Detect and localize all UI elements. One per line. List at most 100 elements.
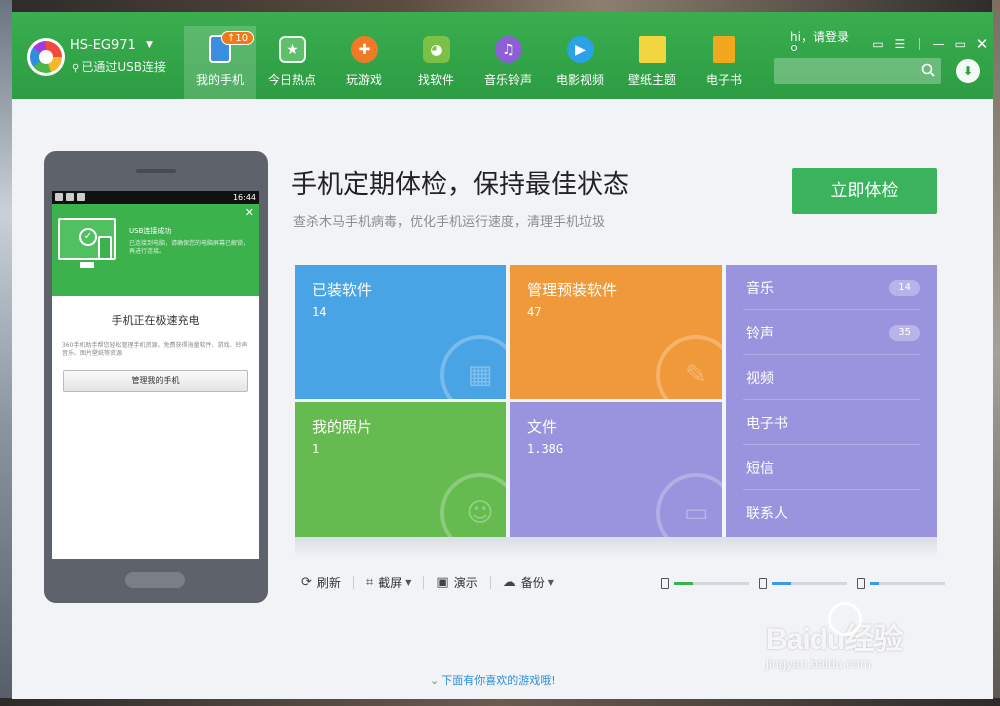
device-dropdown-icon[interactable]: ▼	[146, 40, 153, 50]
search-input[interactable]	[774, 58, 909, 84]
search-box	[774, 58, 941, 84]
page-title: 手机定期体检，保持最佳状态	[291, 170, 630, 200]
charge-title: 手机正在极速充电	[111, 314, 200, 327]
nav-video[interactable]: ▶ 电影视频	[544, 26, 616, 99]
menu-icon[interactable]: ☰	[889, 37, 911, 51]
music-note-icon: ♫	[495, 36, 522, 63]
search-icon[interactable]	[921, 63, 935, 77]
wallpaper-icon	[639, 36, 666, 63]
phone-speaker	[136, 169, 176, 173]
close-button[interactable]: ✕	[971, 35, 993, 53]
nav-label: 音乐铃声	[483, 73, 532, 87]
top-right-controls: hi，请登录 ▭ ☰ — ▭ ✕	[790, 28, 993, 59]
tile-my-photos[interactable]: 我的照片 1 ☺	[295, 402, 506, 537]
chevron-down-icon: ▼	[405, 578, 412, 587]
nav-apps[interactable]: ◕ 找软件	[400, 26, 472, 99]
divider	[423, 576, 425, 589]
android-icon: ◕	[423, 36, 450, 63]
divider	[918, 37, 920, 50]
login-link[interactable]: hi，请登录	[790, 28, 855, 59]
storage-fill	[870, 582, 879, 585]
notification-dot-icon	[791, 45, 797, 51]
nav-my-phone[interactable]: ↑10 我的手机	[184, 26, 256, 99]
page-subtitle: 查杀木马手机病毒，优化手机运行速度，清理手机垃圾	[293, 215, 606, 230]
nav-label: 今日热点	[267, 73, 316, 87]
tile-count: 47	[527, 305, 542, 319]
storage-bar	[772, 582, 847, 585]
list-item-label: 铃声	[746, 325, 774, 342]
list-item-contacts[interactable]: 联系人	[726, 490, 937, 535]
close-icon[interactable]: ✕	[245, 206, 254, 219]
sd-card-icon	[759, 578, 767, 589]
device-name[interactable]: HS-EG971	[70, 38, 136, 53]
manage-my-phone-button[interactable]: 管理我的手机	[63, 370, 248, 392]
checkup-button[interactable]: 立即体检	[792, 168, 937, 214]
maximize-button[interactable]: ▭	[949, 37, 971, 51]
nav-label: 玩游戏	[345, 73, 382, 87]
header-bar: HS-EG971 ▼ ⚲ 已通过USB连接 ↑10 我的手机 ★ 今日热点 ✚ 玩…	[12, 12, 993, 99]
backup-button[interactable]: ☁ 备份 ▼	[503, 574, 554, 591]
charge-description: 360手机助手帮您轻松管理手机资源，免费获得海量软件、游戏、铃声音乐、图片壁纸等…	[62, 342, 248, 357]
tile-files[interactable]: 文件 1.38G ▭	[510, 402, 722, 537]
apps-grid-icon: ▦	[440, 335, 506, 399]
nav-ebooks[interactable]: 电子书	[688, 26, 760, 99]
tile-size: 1.38G	[527, 442, 564, 456]
list-item-sms[interactable]: 短信	[726, 445, 937, 490]
storage-bar	[674, 582, 749, 585]
list-item-label: 联系人	[746, 505, 788, 522]
list-item-ebooks[interactable]: 电子书	[726, 400, 937, 445]
nav-wallpaper[interactable]: 壁纸主题	[616, 26, 688, 99]
list-item-music[interactable]: 音乐 14	[726, 265, 937, 310]
storage-phone[interactable]	[661, 578, 749, 589]
watermark-sub: jingyan.baidu.com	[766, 656, 871, 671]
tile-installed-apps[interactable]: 已装软件 14 ▦	[295, 265, 506, 399]
refresh-label: 刷新	[316, 576, 341, 590]
nav-music[interactable]: ♫ 音乐铃声	[472, 26, 544, 99]
games-tip-link[interactable]: ⌄ 下面有你喜欢的游戏哦!	[430, 672, 556, 688]
nav-today-hot[interactable]: ★ 今日热点	[256, 26, 328, 99]
login-text: hi，请登录	[790, 30, 849, 44]
nav-label: 找软件	[417, 73, 454, 87]
list-item-video[interactable]: 视频	[726, 355, 937, 400]
device-status-text: 已通过USB连接	[81, 60, 166, 74]
refresh-button[interactable]: ⟳ 刷新	[301, 574, 341, 591]
message-icon[interactable]: ▭	[867, 37, 889, 51]
screenshot-label: 截屏	[378, 576, 403, 590]
count-badge: 14	[889, 279, 920, 296]
paw-logo	[828, 602, 862, 636]
tile-title: 我的照片	[312, 418, 373, 436]
nav-games[interactable]: ✚ 玩游戏	[328, 26, 400, 99]
storage-bar	[870, 582, 945, 585]
storage-sd-card-2[interactable]	[857, 578, 945, 589]
present-button[interactable]: ▣ 演示	[436, 574, 477, 591]
tile-preinstalled-apps[interactable]: 管理预装软件 47 ✎	[510, 265, 722, 399]
backup-label: 备份	[520, 576, 545, 590]
tile-title: 管理预装软件	[527, 281, 618, 299]
phone-time: 16:44	[232, 193, 256, 202]
usb-banner: ✓ ✕ USB连接成功 已连接到电脑，请确保您的电脑屏幕已解锁，再进行连接。	[52, 204, 259, 296]
play-icon: ▶	[567, 36, 594, 63]
main-nav: ↑10 我的手机 ★ 今日热点 ✚ 玩游戏 ◕ 找软件 ♫ 音乐铃声 ▶ 电影视…	[184, 26, 760, 99]
star-icon: ★	[279, 36, 306, 63]
list-item-ringtones[interactable]: 铃声 35	[726, 310, 937, 355]
status-icons	[55, 192, 88, 203]
phone-preview: 16:44 ✓ ✕ USB连接成功 已连接到电脑，请确保您的电脑屏幕已解锁，再进…	[44, 151, 268, 603]
background-photo-bottom	[0, 698, 1000, 706]
present-icon: ▣	[436, 575, 449, 590]
tiles-reflection	[295, 537, 937, 559]
storage-sd-card-1[interactable]	[759, 578, 847, 589]
crop-icon: ⌗	[365, 575, 374, 590]
usb-title: USB连接成功	[129, 227, 172, 235]
usb-description: 已连接到电脑，请确保您的电脑屏幕已解锁，再进行连接。	[129, 240, 250, 255]
chevron-down-icon: ▼	[547, 578, 554, 587]
screenshot-button[interactable]: ⌗ 截屏 ▼	[366, 574, 412, 591]
count-badge: 35	[889, 324, 920, 341]
list-item-label: 视频	[746, 370, 774, 387]
phone-screen: 16:44 ✓ ✕ USB连接成功 已连接到电脑，请确保您的电脑屏幕已解锁，再进…	[52, 191, 259, 559]
download-manager-button[interactable]: ⬇	[956, 59, 980, 83]
logo-mark	[30, 41, 62, 73]
minimize-button[interactable]: —	[928, 37, 950, 51]
background-photo-right	[992, 0, 1000, 706]
games-tip-text: 下面有你喜欢的游戏哦!	[441, 674, 556, 687]
app-logo[interactable]	[27, 38, 65, 76]
